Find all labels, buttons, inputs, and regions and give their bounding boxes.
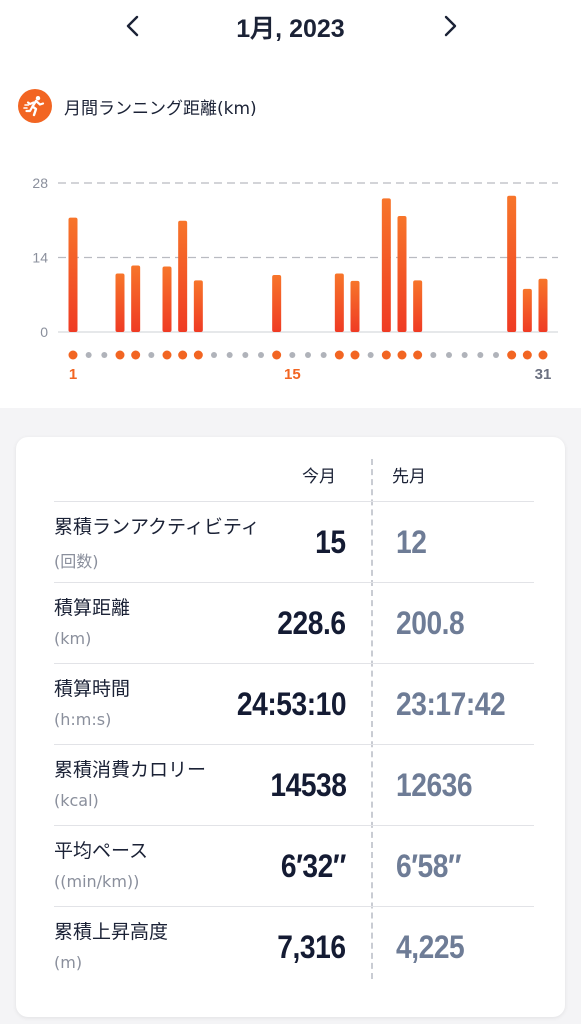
current-value: 15 [315,524,347,560]
x-tick-label: 31 [535,366,552,383]
previous-value: 23:17:42 [396,686,506,722]
bar-day-30 [522,288,532,332]
bar-day-9 [193,280,203,332]
day-dot-5 [131,350,141,360]
day-dot-20 [367,352,374,358]
previous-value: 4,225 [396,929,465,965]
chart-heading: 月間ランニング距離(km) [18,88,257,124]
day-dot-27 [477,352,484,358]
bar-day-5 [131,265,141,332]
previous-month-header: 先月 [392,467,426,487]
current-value: 14538 [269,767,347,803]
day-dot-22 [397,350,407,360]
month-title: 1月, 2023 [236,15,345,43]
day-dot-30 [522,350,532,360]
x-tick-label: 15 [284,366,301,383]
current-value: 6′32″ [280,848,346,884]
stat-title: 積算時間 [54,678,131,700]
day-dot-4 [115,350,125,360]
day-dot-18 [334,350,344,360]
y-tick-label: 28 [32,175,48,191]
day-dot-3 [101,352,108,358]
day-dot-19 [350,350,360,360]
current-month-header: 今月 [302,467,336,487]
bar-day-18 [334,273,344,332]
bar-day-4 [115,273,125,332]
day-dot-14 [272,350,282,360]
bar-day-1 [68,217,78,332]
bar-day-23 [413,280,423,332]
day-dot-13 [258,352,264,358]
bar-day-31 [538,278,548,332]
day-dot-11 [226,352,233,358]
stat-row-activity-count: 累積ランアクティビティ (回数) 15 12 [54,502,534,582]
day-dot-17 [320,352,327,358]
stat-row-calories: 累積消費カロリー (kcal) 14538 12636 [54,745,534,825]
stat-unit: (h:m:s) [54,710,112,729]
day-dot-9 [193,350,203,360]
day-dot-29 [507,350,517,360]
stat-unit: (kcal) [54,791,99,810]
stat-title: 累積上昇高度 [54,921,169,943]
day-dot-16 [305,352,311,358]
day-dot-26 [461,352,468,358]
day-dot-25 [446,352,452,358]
stat-row-elevation: 累積上昇高度 (m) 7,316 4,225 [54,907,534,987]
day-dot-12 [242,352,249,358]
x-tick-label: 1 [69,366,77,383]
day-dot-10 [211,352,217,358]
chart-title: 月間ランニング距離(km) [64,98,257,119]
day-dot-23 [413,350,423,360]
previous-value: 12636 [396,767,473,803]
current-value: 228.6 [277,605,347,641]
bar-day-8 [178,220,188,332]
day-dot-7 [162,350,172,360]
day-dot-2 [85,352,92,358]
stat-title: 平均ペース [54,840,149,862]
stat-unit: ((min/km)) [54,872,140,891]
day-dot-1 [68,350,78,360]
chevron-right-icon [444,15,457,37]
stat-unit: (m) [54,953,83,972]
day-dot-28 [493,352,499,358]
chart-panel: 1月, 2023 月間ランニング距離(km) 0 14 28 1 15 31 [0,0,581,408]
month-header: 1月, 2023 [0,0,581,52]
monthly-distance-chart: 0 14 28 1 15 31 [32,175,558,383]
bar-day-14 [272,275,282,332]
day-dot-6 [148,352,155,358]
current-value: 24:53:10 [236,686,347,722]
stat-unit: (回数) [54,552,99,571]
day-dot-15 [289,352,296,358]
day-dot-24 [430,352,437,358]
bar-day-29 [507,195,517,332]
day-dot-21 [381,350,391,360]
next-month-button[interactable] [432,8,468,44]
previous-value: 12 [396,524,427,560]
previous-value: 200.8 [396,605,465,641]
stat-row-pace: 平均ペース ((min/km)) 6′32″ 6′58″ [54,826,534,906]
stat-row-time: 積算時間 (h:m:s) 24:53:10 23:17:42 [54,664,534,744]
bar-day-21 [381,198,391,332]
bar-day-19 [350,280,360,332]
bar-day-22 [397,215,407,332]
y-tick-label: 14 [32,250,48,266]
stat-title: 累積消費カロリー [54,759,207,781]
day-dot-31 [538,350,548,360]
y-tick-label: 0 [40,324,48,340]
day-dot-8 [178,350,188,360]
previous-value: 6′58″ [396,848,462,884]
bar-day-7 [162,266,172,332]
comparison-card: 今月 先月 累積ランアクティビティ (回数) 15 12 積算距離 (km) 2… [16,437,565,1017]
current-value: 7,316 [277,929,347,965]
stat-row-distance: 積算距離 (km) 228.6 200.8 [54,583,534,663]
stat-unit: (km) [54,629,92,648]
stat-title: 累積ランアクティビティ [54,516,260,538]
stat-title: 積算距離 [54,597,131,619]
running-icon [18,89,52,123]
